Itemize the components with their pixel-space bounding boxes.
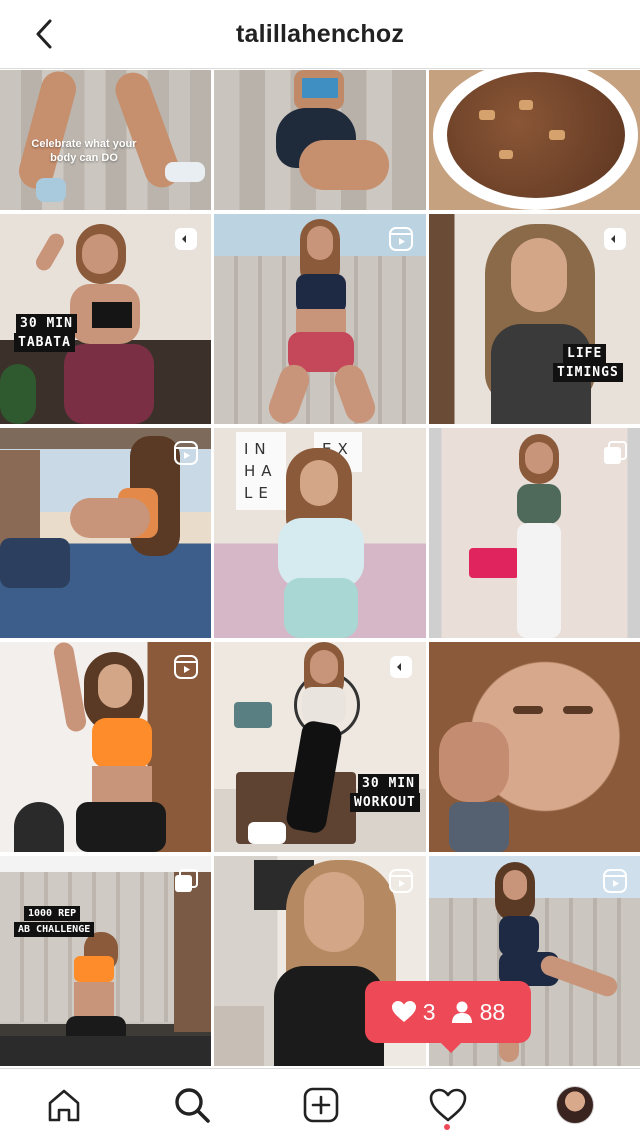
post-caption: Celebrate what your body can DO <box>31 138 137 164</box>
poster-line-1: IN <box>244 440 272 458</box>
poster-line-3: LE <box>244 484 274 502</box>
reel-icon <box>602 226 628 252</box>
add-post-icon <box>303 1087 339 1123</box>
post-tile-5[interactable] <box>214 214 426 424</box>
poster-left: IN HA LE <box>236 432 286 510</box>
reel-icon <box>388 226 414 252</box>
post-tile-10[interactable] <box>0 642 211 852</box>
nav-home-button[interactable] <box>42 1083 86 1127</box>
post-tile-12[interactable] <box>429 642 640 852</box>
post-tile-2[interactable] <box>214 70 426 210</box>
top-bar: talillahenchoz <box>0 0 640 69</box>
post-overlay-line-2: WORKOUT <box>350 793 420 812</box>
post-tile-11[interactable]: 30 MIN WORKOUT <box>214 642 426 852</box>
person-icon <box>451 1001 472 1023</box>
followers-count: 88 <box>479 998 506 1025</box>
post-overlay-line-2: TIMINGS <box>553 363 623 382</box>
nav-new-post-button[interactable] <box>299 1083 343 1127</box>
reel-icon <box>602 868 628 894</box>
post-tile-13[interactable]: 1000 REP AB CHALLENGE <box>0 856 211 1066</box>
likes-count: 3 <box>422 998 436 1025</box>
post-overlay-line-1: LIFE <box>563 344 607 363</box>
post-tile-9[interactable] <box>429 428 640 638</box>
bottom-navigation <box>0 1068 640 1138</box>
profile-avatar <box>556 1086 594 1124</box>
heart-outline-icon <box>429 1088 467 1122</box>
post-tile-1[interactable]: Celebrate what your body can DO <box>0 70 211 210</box>
post-tile-3[interactable] <box>429 70 640 210</box>
activity-notification-bubble[interactable]: 3 88 <box>365 981 531 1053</box>
reel-icon <box>173 440 199 466</box>
app-root: talillahenchoz Celebrate what your body … <box>0 0 640 1138</box>
reel-icon <box>173 226 199 252</box>
heart-icon <box>391 1001 416 1022</box>
post-overlay-line-1: 30 MIN <box>358 774 419 793</box>
post-tile-8[interactable]: IN HA LE EX <box>214 428 426 638</box>
reel-icon <box>388 868 414 894</box>
reel-icon <box>388 654 414 680</box>
profile-username: talillahenchoz <box>235 20 405 48</box>
nav-search-button[interactable] <box>170 1083 214 1127</box>
posts-grid: Celebrate what your body can DO 30 MIN T… <box>0 70 640 1068</box>
search-icon <box>175 1088 210 1123</box>
post-tile-7[interactable] <box>0 428 211 638</box>
post-overlay-line-1: 1000 REP <box>24 906 81 921</box>
activity-indicator-dot <box>444 1124 450 1130</box>
post-overlay-line-2: AB CHALLENGE <box>14 922 95 937</box>
post-overlay-line-1: 30 MIN <box>16 314 77 333</box>
post-tile-4[interactable]: 30 MIN TABATA <box>0 214 211 424</box>
reel-icon <box>173 654 199 680</box>
nav-profile-button[interactable] <box>553 1083 597 1127</box>
home-icon <box>48 1089 80 1122</box>
carousel-icon <box>173 868 199 894</box>
carousel-icon <box>602 440 628 466</box>
poster-line-2: HA <box>244 462 278 480</box>
post-overlay-line-2: TABATA <box>14 333 75 352</box>
nav-activity-button[interactable] <box>426 1083 470 1127</box>
post-tile-6[interactable]: LIFE TIMINGS <box>429 214 640 424</box>
